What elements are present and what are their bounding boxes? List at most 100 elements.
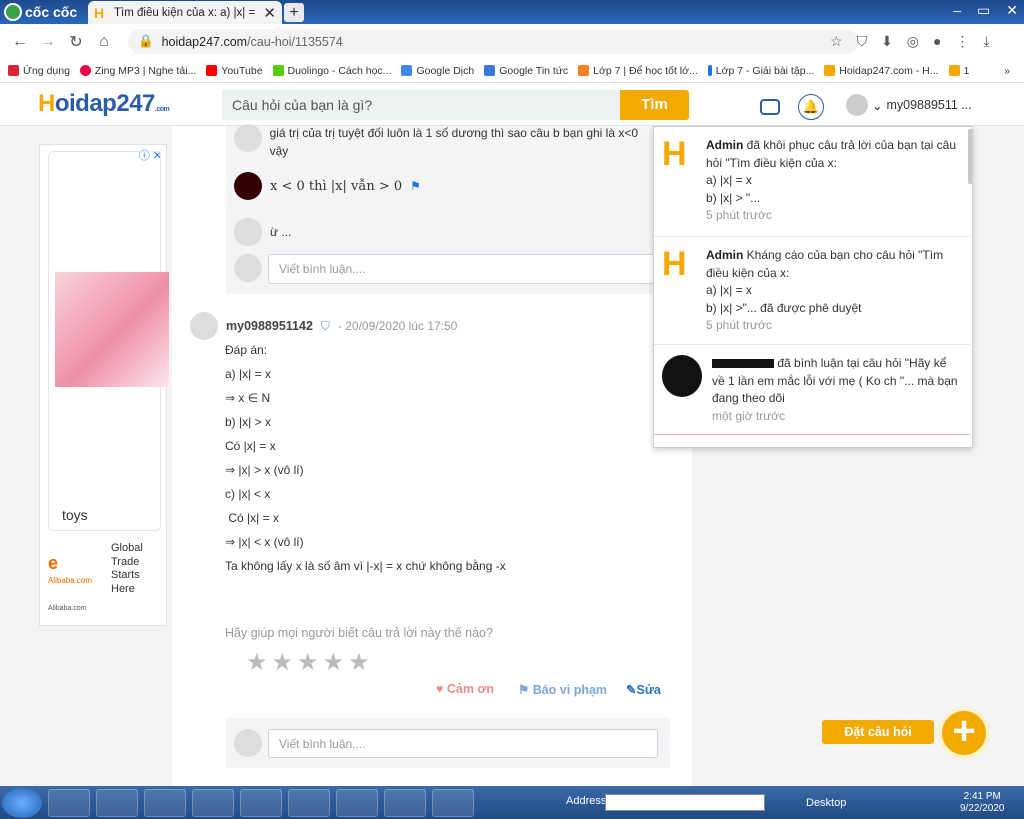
system-clock[interactable]: 2:41 PM 9/22/2020 bbox=[960, 791, 1005, 815]
comment-input[interactable]: Viết bình luận.... bbox=[268, 729, 658, 758]
bookmark-item[interactable]: YouTube bbox=[206, 65, 263, 77]
alibaba-brand: Alibaba.com bbox=[48, 576, 93, 585]
google-news-icon bbox=[484, 65, 496, 76]
bookmark-item[interactable]: Ứng dụng bbox=[8, 65, 70, 77]
word-icon[interactable] bbox=[240, 788, 282, 817]
apps-icon bbox=[8, 65, 19, 76]
new-tab-button[interactable]: + bbox=[284, 3, 304, 22]
thanks-button[interactable]: ♥ Cảm ơn bbox=[436, 682, 494, 696]
forward-icon[interactable]: → bbox=[34, 33, 62, 51]
search-button[interactable]: Tìm bbox=[620, 90, 689, 120]
bookmark-item[interactable]: Google Tin tức bbox=[484, 65, 568, 77]
scrollbar[interactable] bbox=[968, 129, 972, 184]
close-tab-icon[interactable]: ✕ bbox=[263, 4, 276, 22]
bookmark-item[interactable]: Lớp 7 | Để học tốt lớ... bbox=[578, 65, 698, 77]
hoidap-icon bbox=[824, 65, 836, 76]
notification-item[interactable]: H Admin đã khôi phục câu trả lời của bạn… bbox=[654, 127, 970, 237]
bookmark-item[interactable]: Google Dịch bbox=[401, 65, 474, 77]
answer-line: b) |x| > x bbox=[225, 415, 271, 429]
download-icon[interactable]: ⬇ bbox=[881, 33, 893, 50]
answer-line: a) |x| = x bbox=[225, 367, 271, 381]
answer-line: Ta không lấy x là số âm vì |-x| = x chứ … bbox=[225, 559, 506, 573]
media-player-icon[interactable] bbox=[48, 788, 90, 817]
coccoc-active-icon[interactable] bbox=[432, 788, 474, 817]
site-logo[interactable]: Hoidap247.com bbox=[38, 90, 170, 118]
bookmark-item[interactable]: Duolingo - Cách học... bbox=[272, 65, 391, 77]
loigiai-icon bbox=[578, 65, 590, 76]
notification-item[interactable]: đã bình luận tại câu hỏi "Hãy kể về 1 lầ… bbox=[654, 345, 970, 435]
download-arrow-icon[interactable]: ⤓ bbox=[983, 33, 989, 50]
address-bar[interactable]: 🔒 hoidap247.com/cau-hoi/1135574 bbox=[128, 29, 858, 54]
notification-item[interactable]: H Admin Kháng cáo của bạn cho câu hỏi "T… bbox=[654, 237, 970, 345]
tab-title: Tìm điều kiện của x: a) |x| = x bbox=[114, 6, 258, 19]
bell-icon[interactable]: 🔔 bbox=[798, 94, 824, 120]
home-icon[interactable]: ⌂ bbox=[90, 33, 118, 51]
answer-line: Có |x| = x bbox=[225, 511, 279, 525]
minimize-icon[interactable]: – bbox=[953, 2, 961, 19]
avatar bbox=[234, 218, 262, 246]
flag-icon: ⚑ bbox=[518, 683, 530, 697]
star-icon[interactable]: ★ bbox=[323, 648, 345, 677]
start-button[interactable] bbox=[2, 787, 42, 818]
chat-icon[interactable] bbox=[760, 99, 780, 115]
avatar bbox=[234, 172, 262, 200]
bookmark-item[interactable]: Zing MP3 | Nghe tải... bbox=[79, 65, 196, 77]
bookmark-item[interactable]: Lớp 7 - Giải bài tập... bbox=[707, 65, 814, 77]
ad-banner[interactable]: ⓘ ✕ toys e Alibaba.com Global Trade Star… bbox=[39, 144, 169, 626]
google-translate-icon bbox=[401, 65, 413, 76]
comment-input[interactable]: Viết bình luận.... bbox=[268, 254, 658, 284]
folder-icon[interactable] bbox=[96, 788, 138, 817]
search-input[interactable]: Câu hỏi của bạn là gì? bbox=[222, 90, 620, 120]
url-path: /cau-hoi/1135574 bbox=[247, 34, 343, 49]
comment-composer bbox=[234, 254, 262, 282]
flag-icon[interactable]: ⚑ bbox=[410, 179, 421, 193]
close-window-icon[interactable]: ✕ bbox=[1006, 2, 1018, 19]
plus-icon[interactable]: + bbox=[938, 707, 990, 759]
bookmark-item[interactable]: Hoidap247.com - H... bbox=[824, 65, 939, 77]
ad-product-label: toys bbox=[62, 507, 88, 523]
star-icon[interactable]: ★ bbox=[348, 648, 370, 677]
star-icon[interactable]: ★ bbox=[246, 648, 268, 677]
answer-line: ⇒ x ∈ N bbox=[225, 391, 271, 405]
bookmarks-more-button[interactable]: » bbox=[1004, 65, 1010, 77]
browser-brand[interactable]: cốc cốc bbox=[4, 2, 77, 22]
bookmark-star-icon[interactable]: ☆ bbox=[830, 33, 843, 50]
avatar bbox=[234, 124, 262, 152]
ask-question-button[interactable]: Đặt câu hỏi bbox=[822, 720, 934, 744]
comment-item: ừ ... bbox=[234, 218, 291, 246]
report-button[interactable]: ⚑ Báo vi phạm bbox=[518, 682, 607, 697]
star-icon[interactable]: ★ bbox=[272, 648, 294, 677]
paint-icon[interactable] bbox=[288, 788, 330, 817]
rating-prompt: Hãy giúp mọi người biết câu trả lời này … bbox=[225, 626, 493, 640]
notification-text: đã khôi phục câu trả lời của bạn tại câu… bbox=[706, 138, 957, 170]
bookmark-item[interactable]: 1 bbox=[948, 65, 969, 77]
edit-button[interactable]: ✎Sửa bbox=[626, 682, 661, 697]
toolbar-actions: ☆ ⛉ ⬇ ◎ ● ⋮ ⤓ bbox=[830, 33, 990, 50]
extension-icon[interactable]: ◎ bbox=[907, 33, 919, 50]
username: my09889511 ... bbox=[886, 98, 972, 112]
comment-thread: giá trị của trị tuyệt đối luôn là 1 số d… bbox=[226, 124, 666, 294]
user-menu[interactable]: ⌄ my09889511 ... bbox=[846, 94, 972, 116]
answer-comment-composer: Viết bình luận.... bbox=[226, 718, 670, 768]
desktop-label[interactable]: Desktop bbox=[806, 797, 846, 809]
taskbar-address-input[interactable] bbox=[605, 794, 765, 811]
comment-item: giá trị của trị tuyệt đối luôn là 1 số d… bbox=[234, 124, 654, 160]
menu-icon[interactable]: ⋮ bbox=[955, 33, 969, 50]
answer-header: my0988951142 ⛉ - 20/09/2020 lúc 17:50 bbox=[190, 312, 457, 340]
maximize-icon[interactable]: ▭ bbox=[977, 2, 990, 19]
star-icon[interactable]: ★ bbox=[297, 648, 319, 677]
ad-product-image[interactable] bbox=[55, 272, 169, 387]
coccoc-icon[interactable] bbox=[336, 788, 378, 817]
reload-icon[interactable]: ↻ bbox=[62, 32, 90, 52]
site-header: Hoidap247.com Câu hỏi của bạn là gì? Tìm… bbox=[0, 84, 1024, 126]
shield-icon[interactable]: ⛉ bbox=[857, 33, 868, 50]
tab-active[interactable]: H Tìm điều kiện của x: a) |x| = x ✕ bbox=[88, 1, 282, 24]
network-app-icon[interactable] bbox=[384, 788, 426, 817]
header-icons: 🔔 bbox=[760, 94, 824, 120]
winrar-icon[interactable] bbox=[192, 788, 234, 817]
ad-product-card[interactable]: toys bbox=[48, 151, 169, 531]
answer-author[interactable]: my0988951142 bbox=[226, 319, 313, 333]
profile-icon[interactable]: ● bbox=[933, 33, 941, 50]
internet-explorer-icon[interactable] bbox=[144, 788, 186, 817]
back-icon[interactable]: ← bbox=[6, 33, 34, 51]
